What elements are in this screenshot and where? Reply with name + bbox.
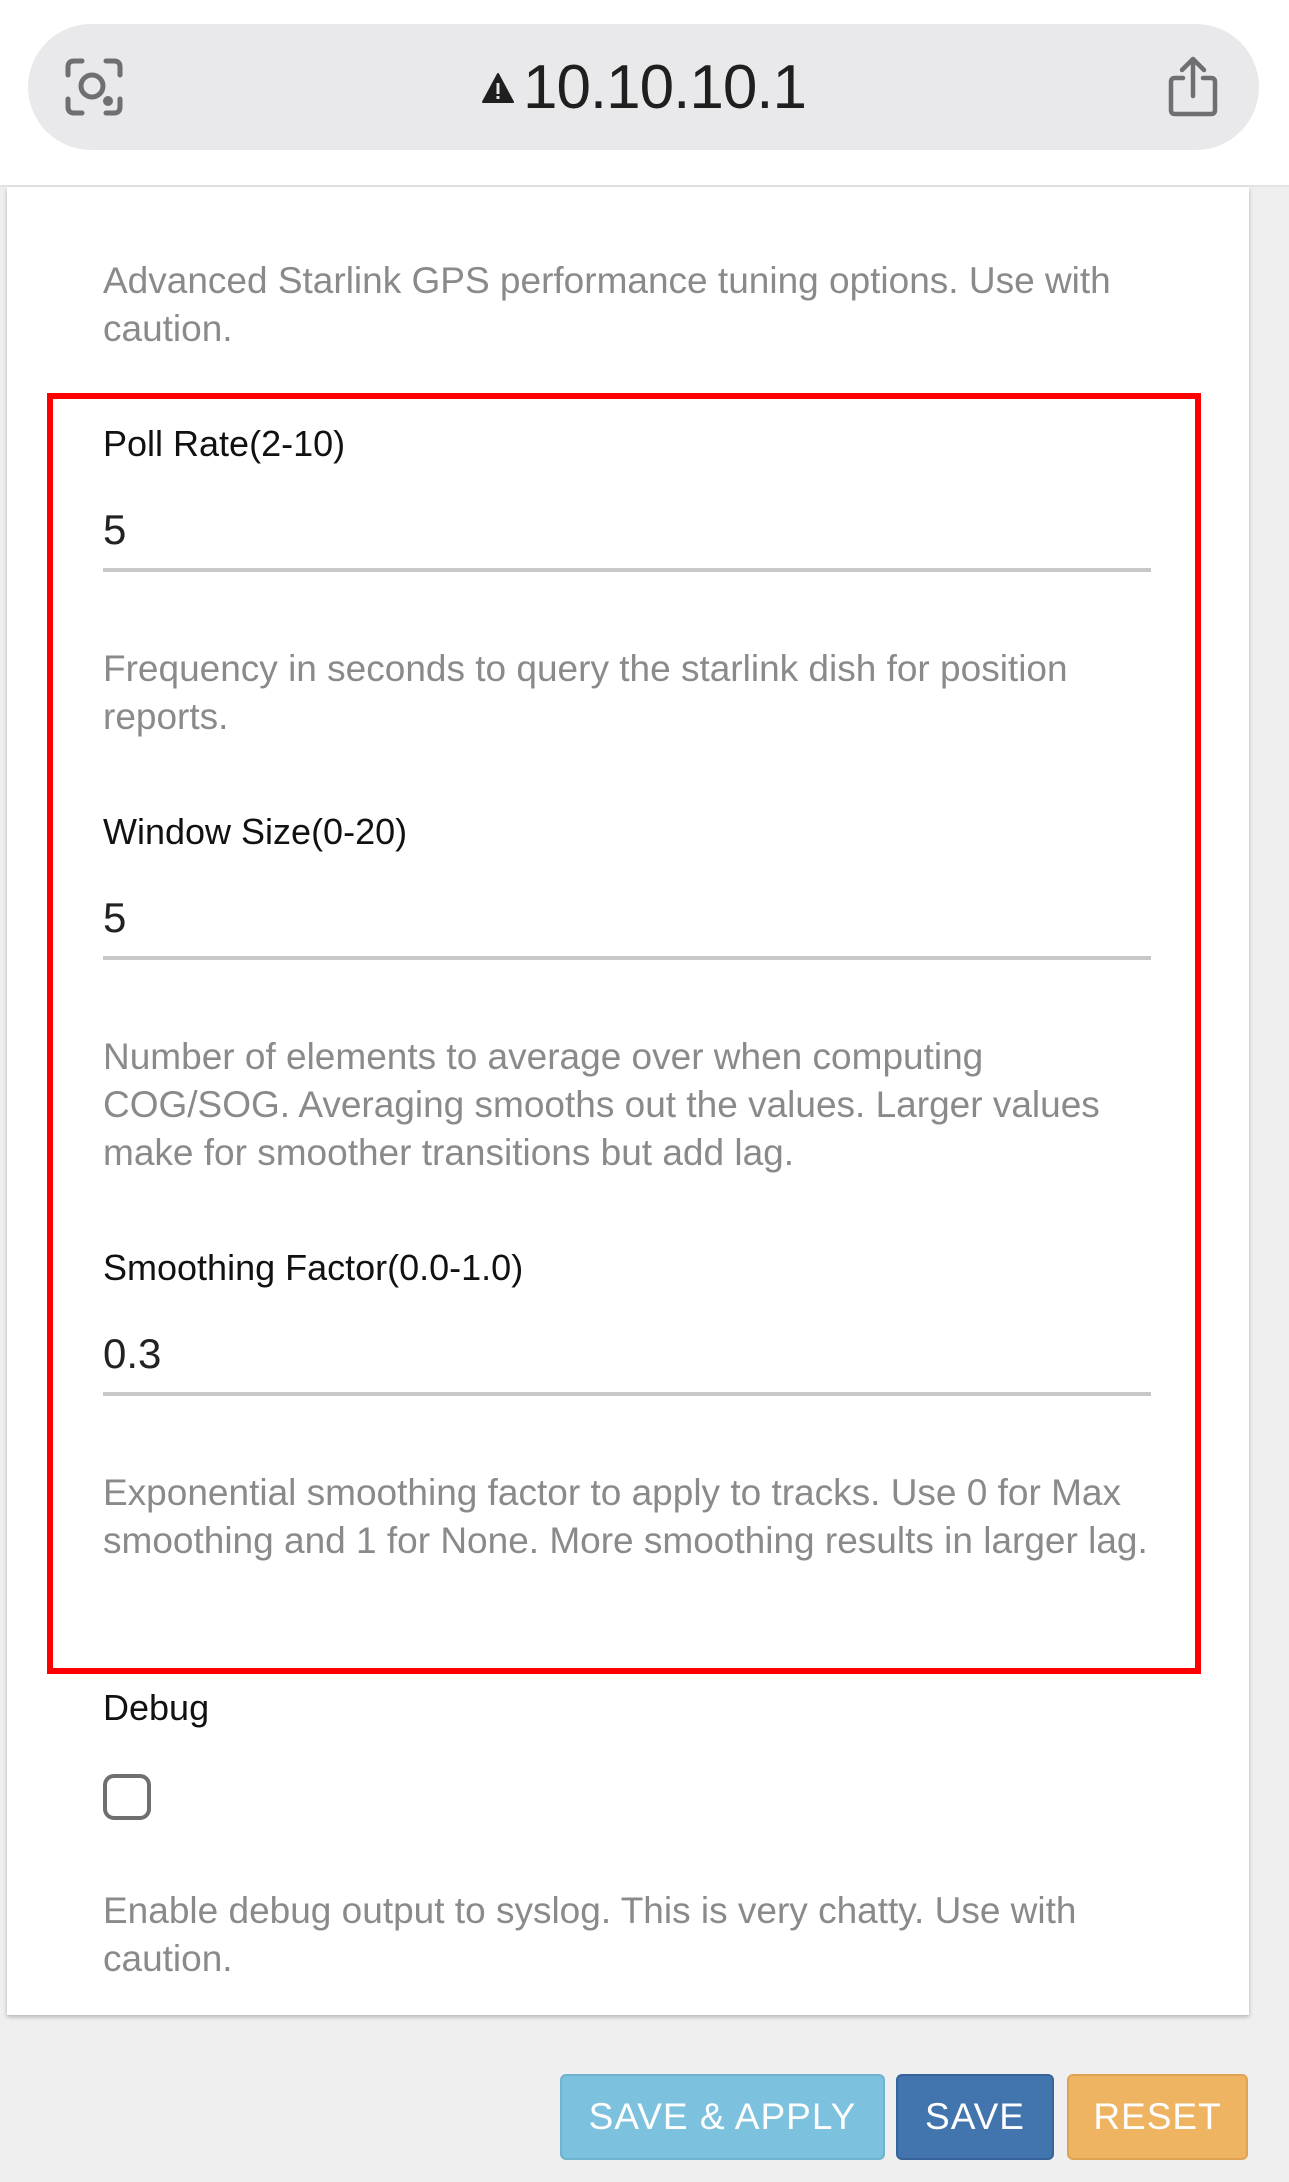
debug-checkbox[interactable] — [103, 1774, 151, 1820]
poll-rate-help: Frequency in seconds to query the starli… — [103, 648, 1068, 737]
url-text: 10.10.10.1 — [522, 52, 807, 122]
window-size-input[interactable]: 5 — [103, 890, 1151, 960]
save-button[interactable]: SAVE — [896, 2074, 1054, 2160]
debug-help: Enable debug output to syslog. This is v… — [103, 1890, 1077, 1979]
window-size-value: 5 — [103, 894, 127, 941]
smoothing-factor-help: Exponential smoothing factor to apply to… — [103, 1472, 1148, 1561]
save-apply-button[interactable]: SAVE & APPLY — [560, 2074, 885, 2160]
smoothing-factor-label: Smoothing Factor(0.0-1.0) — [103, 1247, 524, 1288]
poll-rate-value: 5 — [103, 506, 127, 553]
warning-icon — [481, 73, 514, 103]
debug-label: Debug — [103, 1687, 210, 1728]
poll-rate-label: Poll Rate(2-10) — [103, 423, 346, 464]
smoothing-factor-value: 0.3 — [103, 1330, 162, 1377]
reset-button[interactable]: RESET — [1067, 2074, 1248, 2160]
smoothing-factor-input[interactable]: 0.3 — [103, 1326, 1151, 1396]
url-display[interactable]: 10.10.10.1 — [28, 24, 1259, 150]
settings-card: Advanced Starlink GPS performance tuning… — [7, 187, 1249, 2015]
browser-toolbar: 10.10.10.1 — [0, 0, 1289, 187]
address-bar[interactable]: 10.10.10.1 — [28, 24, 1259, 150]
poll-rate-input[interactable]: 5 — [103, 502, 1151, 572]
window-size-help: Number of elements to average over when … — [103, 1036, 1100, 1173]
share-icon[interactable] — [1165, 56, 1221, 118]
window-size-label: Window Size(0-20) — [103, 811, 408, 852]
section-description: Advanced Starlink GPS performance tuning… — [103, 260, 1111, 349]
